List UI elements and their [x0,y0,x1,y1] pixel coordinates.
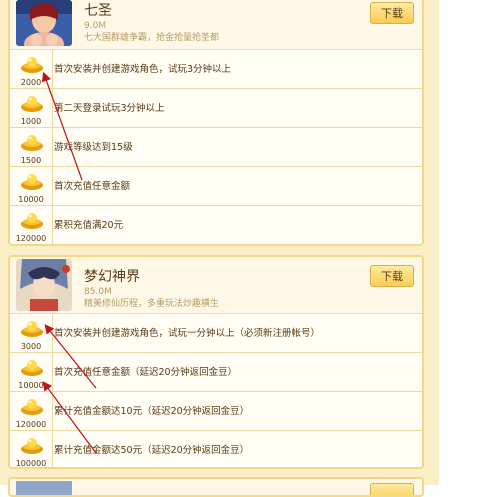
download-button[interactable]: 下载 [370,2,414,24]
gold-ingot-icon [21,213,43,229]
reward-amount: 1500 [20,156,42,165]
gold-ingot-icon [21,57,43,73]
task-description: 累计充值金额达50元（延迟20分钟返回金豆） [54,445,250,456]
game-description: 七大国群雄争霸，抢金抢量抢圣都 [84,33,220,43]
coin-reward: 2000 [10,50,53,89]
game-size: 85.0M [84,287,112,297]
game-card-menghuan: 梦幻神界 85.0M 精美修仙历程，多重玩法炒趣横生 下载 3000 首次安装并… [8,255,424,469]
game-title: 七圣 [84,3,112,19]
gold-ingot-icon [21,174,43,190]
task-description: 累计充值金额达10元（延迟20分钟返回金豆） [54,406,250,417]
task-row: 120000 累积充值满20元 [10,205,422,244]
task-description: 游戏等级达到15级 [54,142,133,153]
reward-amount: 2000 [20,78,42,87]
game-thumbnail[interactable] [16,0,72,46]
task-row: 10000 首次充值任意金额 [10,166,422,206]
game-card-partial [8,477,424,497]
reward-amount: 120000 [15,420,47,429]
task-row: 3000 首次安装并创建游戏角色，试玩一分钟以上（必须新注册帐号） [10,313,422,353]
reward-amount: 100000 [15,459,47,468]
game-header: 七圣 9.0M 七大国群雄争霸，抢金抢量抢圣都 下载 [10,0,422,46]
gold-ingot-icon [21,399,43,415]
task-row: 10000 首次充值任意金额（延迟20分钟返回金豆） [10,352,422,392]
game-size: 9.0M [84,21,107,31]
task-row: 120000 累计充值金额达10元（延迟20分钟返回金豆） [10,391,422,431]
task-description: 累积充值满20元 [54,220,124,231]
task-description: 首次充值任意金额（延迟20分钟返回金豆） [54,367,238,378]
gold-ingot-icon [21,438,43,454]
gold-ingot-icon [21,96,43,112]
coin-reward: 1000 [10,89,53,128]
coin-reward: 100000 [10,431,53,468]
task-description: 首次安装并创建游戏角色，试玩3分钟以上 [54,64,232,75]
reward-amount: 120000 [15,234,47,243]
game-header: 梦幻神界 85.0M 精美修仙历程，多重玩法炒趣横生 下载 [10,259,422,311]
gold-ingot-icon [21,321,43,337]
task-row: 100000 累计充值金额达50元（延迟20分钟返回金豆） [10,430,422,468]
task-description: 首次安装并创建游戏角色，试玩一分钟以上（必须新注册帐号） [54,328,321,339]
download-button[interactable]: 下载 [370,265,414,287]
task-description: 第二天登录试玩3分钟以上 [54,103,165,114]
gold-ingot-icon [21,135,43,151]
reward-amount: 3000 [20,342,42,351]
coin-reward: 3000 [10,314,53,353]
game-thumbnail[interactable] [16,481,72,495]
game-card-qisheng: 七圣 9.0M 七大国群雄争霸，抢金抢量抢圣都 下载 2000 首次安装并创建游… [8,0,424,246]
task-row: 1000 第二天登录试玩3分钟以上 [10,88,422,128]
reward-amount: 10000 [18,195,44,204]
coin-reward: 120000 [10,392,53,431]
coin-reward: 10000 [10,353,53,392]
game-thumbnail[interactable] [16,259,72,311]
task-row: 1500 游戏等级达到15级 [10,127,422,167]
reward-amount: 10000 [18,381,44,390]
coin-reward: 120000 [10,206,53,244]
game-description: 精美修仙历程，多重玩法炒趣横生 [84,299,220,309]
task-description: 首次充值任意金额 [54,181,131,192]
coin-reward: 10000 [10,167,53,206]
coin-reward: 1500 [10,128,53,167]
task-row: 2000 首次安装并创建游戏角色，试玩3分钟以上 [10,49,422,89]
download-button[interactable] [370,483,414,495]
gold-ingot-icon [21,360,43,376]
game-title: 梦幻神界 [84,269,140,285]
reward-amount: 1000 [20,117,42,126]
